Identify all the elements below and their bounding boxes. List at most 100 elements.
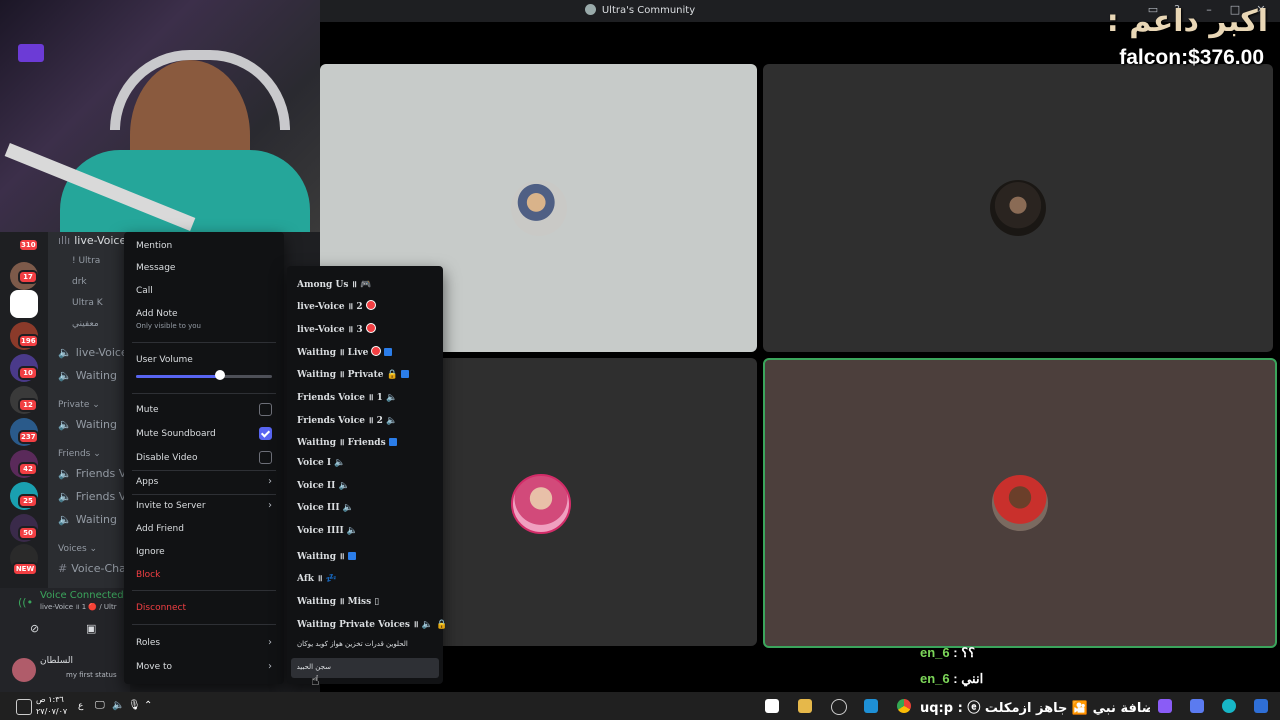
move-target-channel[interactable]: Voice IIII 🔈 bbox=[297, 526, 358, 536]
move-target-channel[interactable]: Waiting ॥ Live bbox=[297, 345, 393, 358]
add-note-hint: Only visible to you bbox=[136, 322, 201, 330]
participant-avatar bbox=[510, 180, 567, 236]
app-icon[interactable] bbox=[1158, 699, 1172, 713]
unread-badge: 17 bbox=[18, 270, 38, 284]
voice-connected-panel: ((• Voice Connected live-Voice ॥ 1 🔴 / U… bbox=[0, 588, 130, 648]
voice-channel[interactable]: 🔈 Waiting bbox=[58, 418, 117, 431]
menu-item-add-note[interactable]: Add Note Only visible to you bbox=[136, 308, 272, 332]
mute-checkbox[interactable] bbox=[259, 403, 272, 416]
move-target-channel[interactable]: Friends Voice ॥ 2 🔈 bbox=[297, 413, 397, 426]
move-target-channel[interactable]: live-Voice ॥ 3 bbox=[297, 322, 376, 335]
move-target-channel[interactable]: Waiting ॥ bbox=[297, 549, 356, 562]
menu-item-call[interactable]: Call bbox=[136, 285, 272, 297]
move-target-channel[interactable]: Voice I 🔈 bbox=[297, 458, 345, 468]
move-target-channel[interactable]: Afk ॥ 💤 bbox=[297, 571, 337, 584]
menu-item-disconnect[interactable]: Disconnect bbox=[136, 602, 272, 614]
clock-date[interactable]: ٢٧/٠٧/٠٧ bbox=[36, 707, 67, 716]
voice-channel[interactable]: 🔈 Waiting bbox=[58, 513, 117, 526]
user-panel: السلطان my first status bbox=[0, 648, 130, 692]
move-target-channel[interactable]: Voice II 🔈 bbox=[297, 481, 350, 491]
window-title: Ultra's Community bbox=[601, 5, 696, 16]
voice-user[interactable]: ! Ultra bbox=[72, 256, 100, 266]
mouse-cursor-icon: ☝ bbox=[311, 673, 320, 689]
menu-item-message[interactable]: Message bbox=[136, 262, 272, 274]
server-icon[interactable] bbox=[10, 290, 38, 318]
menu-item-disable-video[interactable]: Disable Video bbox=[136, 451, 272, 464]
voice-channel[interactable]: 🔈 Waiting bbox=[58, 369, 117, 382]
app-icon[interactable] bbox=[765, 699, 779, 713]
move-target-channel[interactable]: live-Voice ॥ 2 bbox=[297, 299, 376, 312]
menu-item-move-to[interactable]: Move to › bbox=[136, 661, 272, 673]
participant-tile-4-speaking[interactable] bbox=[763, 358, 1277, 648]
move-target-channel[interactable]: Waiting Private Voices ॥ 🔈 🔒 bbox=[297, 617, 447, 630]
mute-soundboard-checkbox[interactable] bbox=[259, 427, 272, 440]
menu-item-mute[interactable]: Mute bbox=[136, 403, 272, 416]
app-icon[interactable] bbox=[831, 699, 847, 715]
app-icon[interactable] bbox=[1222, 699, 1236, 713]
add-note-label: Add Note bbox=[136, 309, 178, 319]
voice-user[interactable]: معفيني bbox=[72, 319, 99, 329]
move-target-channel[interactable]: Among Us ॥ 🎮 bbox=[297, 277, 371, 290]
menu-item-ignore[interactable]: Ignore bbox=[136, 546, 272, 558]
chevron-up-icon[interactable]: ⌃ bbox=[144, 700, 152, 711]
new-badge: NEW bbox=[12, 562, 38, 576]
menu-item-invite-to-server[interactable]: Invite to Server › bbox=[136, 500, 272, 512]
top-donor-amount: falcon:$376.00 bbox=[1119, 46, 1264, 69]
participant-tile-2[interactable] bbox=[763, 64, 1273, 352]
app-icon[interactable] bbox=[864, 699, 878, 713]
chevron-right-icon: › bbox=[268, 476, 272, 487]
text-channel[interactable]: # Voice-Cha bbox=[58, 562, 126, 575]
voice-channel[interactable]: 🔈 live-Voice bbox=[58, 346, 128, 359]
unread-badge: 12 bbox=[18, 398, 38, 412]
network-icon[interactable]: 🖵 bbox=[95, 700, 105, 711]
category-header[interactable]: Private ⌄ bbox=[58, 400, 100, 410]
unread-badge: 42 bbox=[18, 462, 38, 476]
screen-share-icon[interactable]: ▣ bbox=[86, 622, 102, 636]
divider bbox=[132, 470, 276, 471]
move-target-channel[interactable]: Friends Voice ॥ 1 🔈 bbox=[297, 390, 397, 403]
clock-time[interactable]: ١:٣٦ ص bbox=[36, 695, 64, 704]
move-target-channel[interactable]: Waiting ॥ Private 🔒 bbox=[297, 367, 409, 380]
avatar[interactable] bbox=[12, 658, 36, 682]
language-icon[interactable]: ع bbox=[78, 701, 83, 711]
apps-label: Apps bbox=[136, 477, 159, 487]
unread-badge: 50 bbox=[18, 526, 38, 540]
windows-start-icon[interactable] bbox=[1254, 699, 1268, 713]
user-volume-handle[interactable] bbox=[215, 370, 225, 380]
file-explorer-icon[interactable] bbox=[798, 699, 812, 713]
menu-item-mute-soundboard[interactable]: Mute Soundboard bbox=[136, 427, 272, 440]
unread-badge: 196 bbox=[18, 334, 39, 348]
taskbar: ١:٣٦ ص ٢٧/٠٧/٠٧ ع 🖵 🔈 🎙 ⌃ uq:p : ⓔ ثاني … bbox=[0, 692, 1280, 720]
channel-list: ıllı live-Voice ! Ultra drk Ultra K معفين… bbox=[48, 232, 130, 588]
move-target-channel[interactable]: الحلوين قدرات تخزين هواز كوبد يوكان bbox=[297, 640, 417, 648]
voice-user[interactable]: drk bbox=[72, 277, 87, 287]
menu-item-block[interactable]: Block bbox=[136, 569, 272, 581]
menu-item-apps[interactable]: Apps › bbox=[136, 476, 272, 488]
menu-item-mention[interactable]: Mention bbox=[136, 240, 272, 252]
move-target-channel[interactable]: Voice III 🔈 bbox=[297, 503, 354, 513]
menu-item-add-friend[interactable]: Add Friend bbox=[136, 523, 272, 535]
user-status: my first status bbox=[66, 671, 117, 679]
microphone-icon[interactable]: 🎙 bbox=[128, 700, 141, 711]
disable-video-checkbox[interactable] bbox=[259, 451, 272, 464]
user-volume-label: User Volume bbox=[136, 355, 193, 365]
chrome-icon[interactable] bbox=[897, 699, 911, 713]
volume-icon[interactable]: 🔈 bbox=[112, 700, 124, 711]
voice-channel-name[interactable]: live-Voice ॥ 1 🔴 / Ultr bbox=[40, 603, 126, 612]
move-target-channel[interactable]: Waiting ॥ Miss ▯ bbox=[297, 594, 379, 607]
category-header[interactable]: Voices ⌄ bbox=[58, 544, 97, 554]
video-off-icon[interactable]: ⊘ bbox=[30, 622, 46, 636]
voice-channel[interactable]: 🔈 Friends V bbox=[58, 490, 126, 503]
menu-item-roles[interactable]: Roles › bbox=[136, 637, 272, 649]
voice-user[interactable]: Ultra K bbox=[72, 298, 103, 308]
top-donor-label: اكبر داعم : bbox=[1106, 4, 1268, 39]
category-header[interactable]: Friends ⌄ bbox=[58, 449, 101, 459]
move-target-channel[interactable]: Waiting ॥ Friends bbox=[297, 435, 397, 448]
move-target-channel-hovered[interactable]: سجن الحبيد bbox=[297, 663, 331, 671]
voice-channel[interactable]: ıllı live-Voice bbox=[58, 234, 126, 247]
app-icon[interactable] bbox=[1190, 699, 1204, 713]
voice-channel[interactable]: 🔈 Friends V bbox=[58, 467, 126, 480]
roles-label: Roles bbox=[136, 638, 161, 648]
notification-icon[interactable] bbox=[16, 699, 32, 715]
user-name: السلطان bbox=[40, 656, 73, 666]
